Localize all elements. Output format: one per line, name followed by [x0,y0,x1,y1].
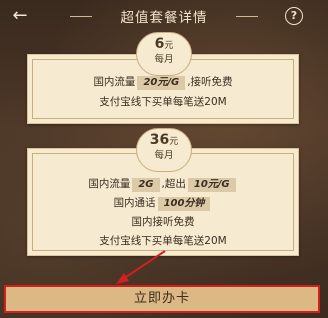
annotation-arrow [116,250,166,284]
page-title: 超值套餐详情 [120,10,208,26]
plan-1-price-badge: 6元 每月 [136,32,192,76]
title-divider-right [236,16,258,17]
help-icon[interactable]: ? [285,7,303,25]
back-arrow-icon[interactable]: ← [10,6,30,26]
data-rate-tag: 20元/G [137,76,186,90]
plan-1-promo-line: 支付宝线下买单每笔送20M [99,96,227,108]
call-minutes-tag: 100分钟 [157,197,211,211]
data-amount-tag: 2G [132,178,160,192]
top-bar: ← 超值套餐详情 ? [0,0,328,34]
plan-2-answer-line: 国内接听免费 [131,216,195,228]
plan-1-data-line: 国内流量 20元/G ,接听免费 [93,76,233,90]
plan-2-call-line: 国内通话 100分钟 [28,196,298,211]
plan-2-promo-line: 支付宝线下买单每笔送20M [99,235,227,247]
overage-rate-tag: 10元/G [187,178,236,192]
plan-2-price-badge: 36元 每月 [136,128,192,172]
plan-2-data-line: 国内流量 2G ,超出 10元/G [28,177,298,192]
apply-card-button[interactable]: 立即办卡 [4,285,320,313]
